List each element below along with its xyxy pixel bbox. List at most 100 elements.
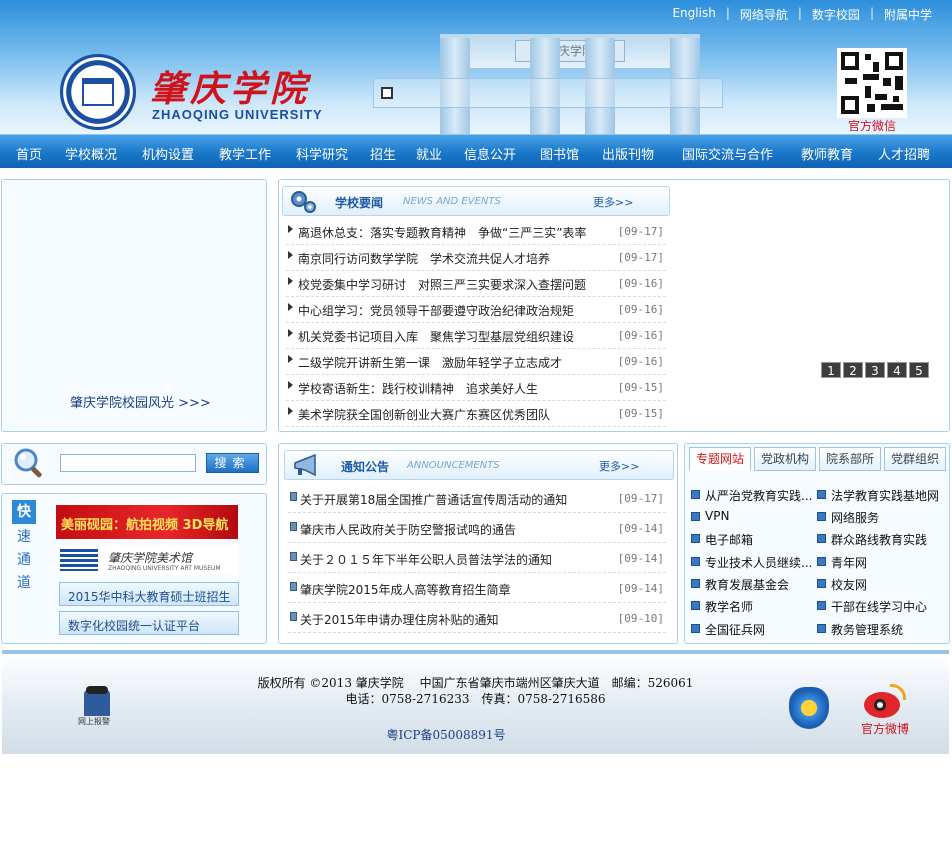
link-label[interactable]: 干部在线学习中心 bbox=[831, 598, 927, 615]
link-label[interactable]: 法学教育实践基地网 bbox=[831, 487, 939, 504]
campus-scenery-link[interactable]: 肇庆学院校园风光 >>> bbox=[70, 392, 211, 411]
notice-item[interactable]: 肇庆市人民政府关于防空警报试鸣的通告 [09-14] bbox=[288, 513, 666, 543]
gears-icon bbox=[291, 191, 316, 213]
tab-party-gov[interactable]: 党政机构 bbox=[754, 447, 817, 471]
news-item-title[interactable]: 南京同行访问数学学院 学术交流共促人才培养 bbox=[298, 250, 550, 267]
nav-item-structure[interactable]: 机构设置 bbox=[142, 144, 194, 163]
police-report-icon[interactable]: 网上报警 bbox=[78, 686, 114, 726]
news-more-link[interactable]: 更多>> bbox=[593, 194, 633, 210]
logo-title[interactable]: 肇庆学院 bbox=[150, 60, 310, 112]
news-item[interactable]: 机关党委书记项目入库 聚焦学习型基层党组织建设 [09-16] bbox=[286, 323, 666, 349]
footer-icp-link[interactable]: 粤ICP备05008891号 bbox=[2, 726, 890, 743]
nav-item-recruitment[interactable]: 人才招聘 bbox=[878, 144, 930, 163]
arrow-icon bbox=[288, 407, 293, 415]
news-item[interactable]: 美术学院获全国创新创业大赛广东赛区优秀团队 [09-15] bbox=[286, 401, 666, 427]
notice-item-title[interactable]: 肇庆市人民政府关于防空警报试鸣的通告 bbox=[300, 521, 516, 538]
nav-item-teaching[interactable]: 教学工作 bbox=[219, 144, 271, 163]
nav-item-home[interactable]: 首页 bbox=[16, 144, 42, 163]
link-label[interactable]: 校友网 bbox=[831, 576, 867, 593]
nav-item-teacher-edu[interactable]: 教师教育 bbox=[801, 144, 853, 163]
security-shield-icon[interactable] bbox=[789, 687, 829, 729]
notice-item[interactable]: 关于开展第18届全国推广普通话宣传周活动的通知 [09-17] bbox=[288, 483, 666, 513]
quick-link-button[interactable]: 数字化校园统一认证平台 bbox=[59, 611, 239, 635]
nav-item-international[interactable]: 国际交流与合作 bbox=[682, 144, 773, 163]
link-label[interactable]: VPN bbox=[705, 509, 729, 523]
notice-item-title[interactable]: 关于２０１５年下半年公职人员普法学法的通知 bbox=[300, 551, 552, 568]
link-label[interactable]: 教育发展基金会 bbox=[705, 576, 789, 593]
document-icon bbox=[290, 492, 297, 501]
notice-item-title[interactable]: 关于2015年申请办理住房补贴的通知 bbox=[300, 611, 499, 628]
notice-item[interactable]: 关于２０１５年下半年公职人员普法学法的通知 [09-14] bbox=[288, 543, 666, 573]
news-item-title[interactable]: 美术学院获全国创新创业大赛广东赛区优秀团队 bbox=[298, 406, 550, 423]
notice-item[interactable]: 关于2015年申请办理住房补贴的通知 [09-10] bbox=[288, 603, 666, 633]
news-item[interactable]: 中心组学习：党员领导干部要遵守政治纪律政治规矩 [09-16] bbox=[286, 297, 666, 323]
top-link-digital[interactable]: 数字校园 bbox=[802, 6, 870, 23]
link-label[interactable]: 电子邮箱 bbox=[705, 531, 753, 548]
link-label[interactable]: 从严治党教育实践... bbox=[705, 487, 812, 504]
link-label[interactable]: 网络服务 bbox=[831, 509, 879, 526]
university-seal-icon[interactable] bbox=[60, 54, 136, 130]
news-item-title[interactable]: 离退休总支：落实专题教育精神 争做“三严三实”表率 bbox=[298, 224, 586, 241]
links-tabs: 专题网站 党政机构 院系部所 党群组织 bbox=[689, 447, 947, 473]
bullet-icon bbox=[817, 579, 826, 588]
link-label[interactable]: 青年网 bbox=[831, 554, 867, 571]
notice-item-title[interactable]: 关于开展第18届全国推广普通话宣传周活动的通知 bbox=[300, 491, 567, 508]
weibo-pupil bbox=[874, 699, 886, 711]
search-button[interactable]: 搜索 bbox=[206, 453, 259, 473]
notice-item-date: [09-17] bbox=[617, 492, 664, 505]
weibo-icon[interactable] bbox=[860, 684, 910, 724]
arrow-icon bbox=[288, 303, 293, 311]
nav-item-publications[interactable]: 出版刊物 bbox=[602, 144, 654, 163]
nav-item-research[interactable]: 科学研究 bbox=[296, 144, 348, 163]
pager-button[interactable]: 4 bbox=[887, 362, 907, 378]
nav-item-admission[interactable]: 招生 bbox=[370, 144, 396, 163]
news-item-title[interactable]: 学校寄语新生：践行校训精神 追求美好人生 bbox=[298, 380, 538, 397]
notice-item[interactable]: 肇庆学院2015年成人高等教育招生简章 [09-14] bbox=[288, 573, 666, 603]
document-icon bbox=[290, 612, 297, 621]
link-label[interactable]: 教学名师 bbox=[705, 598, 753, 615]
nav-item-library[interactable]: 图书馆 bbox=[540, 144, 579, 163]
news-item[interactable]: 离退休总支：落实专题教育精神 争做“三严三实”表率 [09-17] bbox=[286, 219, 666, 245]
nav-item-info[interactable]: 信息公开 bbox=[464, 144, 516, 163]
notice-more-link[interactable]: 更多>> bbox=[599, 458, 639, 474]
wechat-label: 官方微信 bbox=[848, 119, 897, 133]
pager-button[interactable]: 5 bbox=[909, 362, 929, 378]
pager-button[interactable]: 3 bbox=[865, 362, 885, 378]
top-link-nav[interactable]: 网络导航 bbox=[730, 6, 798, 23]
news-item[interactable]: 二级学院开讲新生第一课 激励年轻学子立志成才 [09-16] bbox=[286, 349, 666, 375]
news-item[interactable]: 学校寄语新生：践行校训精神 追求美好人生 [09-15] bbox=[286, 375, 666, 401]
tab-party-mass[interactable]: 党群组织 bbox=[884, 447, 947, 471]
news-item-date: [09-16] bbox=[617, 277, 664, 290]
link-label[interactable]: 全国征兵网 bbox=[705, 621, 765, 638]
tab-special-sites[interactable]: 专题网站 bbox=[689, 447, 752, 471]
news-item-title[interactable]: 二级学院开讲新生第一课 激励年轻学子立志成才 bbox=[298, 354, 562, 371]
header-search-box[interactable] bbox=[373, 78, 723, 108]
news-item[interactable]: 南京同行访问数学学院 学术交流共促人才培养 [09-17] bbox=[286, 245, 666, 271]
pager-button[interactable]: 2 bbox=[843, 362, 863, 378]
tab-departments[interactable]: 院系部所 bbox=[819, 447, 882, 471]
bullet-icon bbox=[691, 601, 700, 610]
bullet-icon bbox=[691, 512, 700, 521]
top-link-school[interactable]: 附属中学 bbox=[874, 6, 942, 23]
pager-button[interactable]: 1 bbox=[821, 362, 841, 378]
quick-link-button[interactable]: 2015华中科大教育硕士班招生 bbox=[59, 582, 239, 606]
checkbox-icon[interactable] bbox=[381, 87, 393, 99]
news-item-title[interactable]: 中心组学习：党员领导干部要遵守政治纪律政治规矩 bbox=[298, 302, 574, 319]
link-label[interactable]: 专业技术人员继续... bbox=[705, 554, 812, 571]
nav-item-overview[interactable]: 学校概况 bbox=[65, 144, 117, 163]
news-header: 学校要闻 NEWS AND EVENTS 更多>> bbox=[282, 186, 670, 216]
site-footer: 版权所有 ©2013 肇庆学院 中国广东省肇庆市端州区肇庆大道 邮编：52606… bbox=[2, 650, 949, 754]
aerial-video-banner[interactable]: 美丽砚园：航拍视频 3D导航 bbox=[56, 505, 238, 539]
link-label[interactable]: 群众路线教育实践 bbox=[831, 531, 927, 548]
link-label[interactable]: 教务管理系统 bbox=[831, 621, 903, 638]
art-museum-banner[interactable]: 肇庆学院美术馆 ZHAOQING UNIVERSITY ART MUSEUM bbox=[56, 545, 238, 575]
news-item-title[interactable]: 机关党委书记项目入库 聚焦学习型基层党组织建设 bbox=[298, 328, 574, 345]
museum-subtitle: ZHAOQING UNIVERSITY ART MUSEUM bbox=[108, 565, 221, 572]
bullet-icon bbox=[817, 557, 826, 566]
news-item[interactable]: 校党委集中学习研讨 对照三严三实要求深入查摆问题 [09-16] bbox=[286, 271, 666, 297]
notice-item-title[interactable]: 肇庆学院2015年成人高等教育招生简章 bbox=[300, 581, 511, 598]
top-link-english[interactable]: English bbox=[662, 6, 725, 23]
news-item-title[interactable]: 校党委集中学习研讨 对照三严三实要求深入查摆问题 bbox=[298, 276, 586, 293]
nav-item-employment[interactable]: 就业 bbox=[416, 144, 442, 163]
search-input[interactable] bbox=[60, 454, 196, 472]
